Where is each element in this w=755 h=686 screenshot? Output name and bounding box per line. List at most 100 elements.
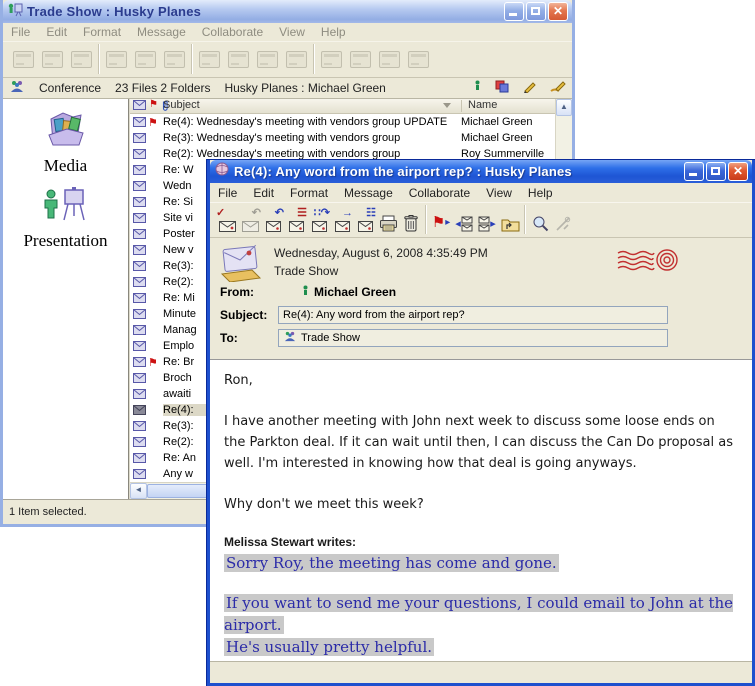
- menu-edit[interactable]: Edit: [38, 23, 75, 41]
- red-postmark-icon: [616, 246, 680, 277]
- menu-file[interactable]: File: [210, 184, 245, 202]
- media-folder-icon: [43, 109, 89, 154]
- message-row[interactable]: ⚑Re(4): Wednesday's meeting with vendors…: [130, 114, 555, 130]
- delete-icon[interactable]: [400, 208, 422, 232]
- message-window-titlebar[interactable]: Re(4): Any word from the airport rep? : …: [210, 160, 752, 183]
- menu-view[interactable]: View: [478, 184, 520, 202]
- list-header[interactable]: ⚑ Subject Name: [130, 99, 555, 114]
- disabled-tool-icon: [228, 51, 249, 68]
- message-history-icon[interactable]: ☷: [354, 208, 376, 232]
- status-text: 1 Item selected.: [9, 506, 87, 518]
- close-icon[interactable]: [728, 162, 748, 181]
- menu-help[interactable]: Help: [520, 184, 561, 202]
- infobar-path: Husky Planes : Michael Green: [224, 81, 385, 95]
- flag-icon[interactable]: ⚑▸: [430, 208, 452, 232]
- from-value: Michael Green: [314, 285, 396, 299]
- subject-label: Subject:: [220, 308, 267, 322]
- window-title: Re(4): Any word from the airport rep? : …: [234, 164, 684, 179]
- disabled-tool-icon: [350, 51, 371, 68]
- menu-file[interactable]: File: [3, 23, 38, 41]
- menu-bar: File Edit Format Message Collaborate Vie…: [210, 183, 752, 203]
- print-icon[interactable]: [377, 208, 399, 232]
- message-row[interactable]: Re(3): Wednesday's meeting with vendors …: [130, 130, 555, 146]
- presence-person-icon: [302, 285, 309, 301]
- menu-edit[interactable]: Edit: [245, 184, 282, 202]
- column-subject[interactable]: Subject: [163, 99, 200, 111]
- search-icon[interactable]: [529, 208, 551, 232]
- disabled-tool-icon: [164, 51, 185, 68]
- presence-person-icon: [474, 80, 481, 96]
- window-title: Trade Show : Husky Planes: [27, 4, 504, 19]
- minimize-icon[interactable]: [504, 2, 524, 21]
- pencil-icon[interactable]: [523, 80, 536, 96]
- layers-icon[interactable]: [495, 80, 509, 96]
- mark-read-icon[interactable]: ✓: [216, 208, 238, 232]
- info-bar: Conference 23 Files 2 Folders Husky Plan…: [3, 78, 572, 99]
- forward-icon[interactable]: →: [331, 208, 353, 232]
- parent-folder-icon[interactable]: [499, 208, 521, 232]
- message-window: Re(4): Any word from the airport rep? : …: [207, 160, 755, 686]
- open-envelope-icon: [218, 244, 264, 285]
- disabled-tool-icon: [42, 51, 63, 68]
- tools-icon: [552, 208, 574, 232]
- message-date: Wednesday, August 6, 2008 4:35:49 PM: [274, 246, 488, 260]
- disabled-tool-icon: [257, 51, 278, 68]
- conference-window-titlebar[interactable]: Trade Show : Husky Planes: [3, 0, 572, 23]
- to-label: To:: [220, 331, 238, 345]
- message-conference: Trade Show: [274, 264, 338, 278]
- scroll-up-icon[interactable]: [556, 99, 572, 116]
- reply-quote-icon[interactable]: ☰: [285, 208, 307, 232]
- signature-pencil-icon[interactable]: [550, 80, 566, 96]
- flag-icon: ⚑: [148, 116, 163, 129]
- to-field[interactable]: Trade Show: [278, 329, 668, 347]
- menu-help[interactable]: Help: [313, 23, 354, 41]
- unsend-icon: ↶: [239, 208, 261, 232]
- flag-icon: ⚑: [149, 99, 158, 110]
- disabled-tool-icon: [106, 51, 127, 68]
- body-paragraph: Ron,: [224, 370, 736, 391]
- message-header: Wednesday, August 6, 2008 4:35:49 PM Tra…: [210, 238, 752, 358]
- conference-people-icon: [9, 80, 25, 96]
- folder-pane: Media Presentation: [3, 99, 130, 499]
- disabled-tool-icon: [408, 51, 429, 68]
- menu-collaborate[interactable]: Collaborate: [401, 184, 478, 202]
- disabled-tool-icon: [13, 51, 34, 68]
- column-name[interactable]: Name: [468, 99, 497, 111]
- next-unread-icon[interactable]: ▸: [476, 208, 498, 232]
- maximize-icon[interactable]: [706, 162, 726, 181]
- menu-message[interactable]: Message: [129, 23, 194, 41]
- toolbar: [3, 41, 572, 78]
- menu-format[interactable]: Format: [75, 23, 129, 41]
- folder-label: Presentation: [23, 231, 107, 251]
- conference-people-icon: [283, 331, 297, 345]
- subject-field[interactable]: Re(4): Any word from the airport rep?: [278, 306, 668, 324]
- infobar-counts: 23 Files 2 Folders: [115, 81, 210, 95]
- conference-window-icon: [7, 2, 23, 22]
- disabled-tool-icon: [199, 51, 220, 68]
- disabled-tool-icon: [135, 51, 156, 68]
- disabled-tool-icon: [286, 51, 307, 68]
- reply-icon[interactable]: ↶: [262, 208, 284, 232]
- scroll-left-icon[interactable]: [130, 483, 147, 499]
- menu-format[interactable]: Format: [282, 184, 336, 202]
- maximize-icon[interactable]: [526, 2, 546, 21]
- folder-item-presentation[interactable]: Presentation: [23, 186, 107, 251]
- minimize-icon[interactable]: [684, 162, 704, 181]
- message-body[interactable]: Ron, I have another meeting with John ne…: [210, 359, 752, 662]
- message-globe-icon: [214, 162, 230, 182]
- quote-author: Melissa Stewart writes:: [224, 535, 738, 549]
- menu-collaborate[interactable]: Collaborate: [194, 23, 271, 41]
- folder-label: Media: [44, 156, 87, 176]
- disabled-tool-icon: [71, 51, 92, 68]
- toolbar: ✓ ↶ ↶ ☰ ∷↷ → ☷ ⚑▸ ◂ ▸: [210, 202, 752, 238]
- reply-all-icon[interactable]: ∷↷: [308, 208, 330, 232]
- infobar-conference-label: Conference: [39, 81, 101, 95]
- folder-item-media[interactable]: Media: [43, 109, 89, 176]
- quoted-text: Sorry Roy, the meeting has come and gone…: [224, 552, 736, 574]
- sort-desc-icon[interactable]: [443, 103, 451, 108]
- disabled-tool-icon: [321, 51, 342, 68]
- close-icon[interactable]: [548, 2, 568, 21]
- menu-view[interactable]: View: [271, 23, 313, 41]
- previous-unread-icon[interactable]: ◂: [453, 208, 475, 232]
- menu-message[interactable]: Message: [336, 184, 401, 202]
